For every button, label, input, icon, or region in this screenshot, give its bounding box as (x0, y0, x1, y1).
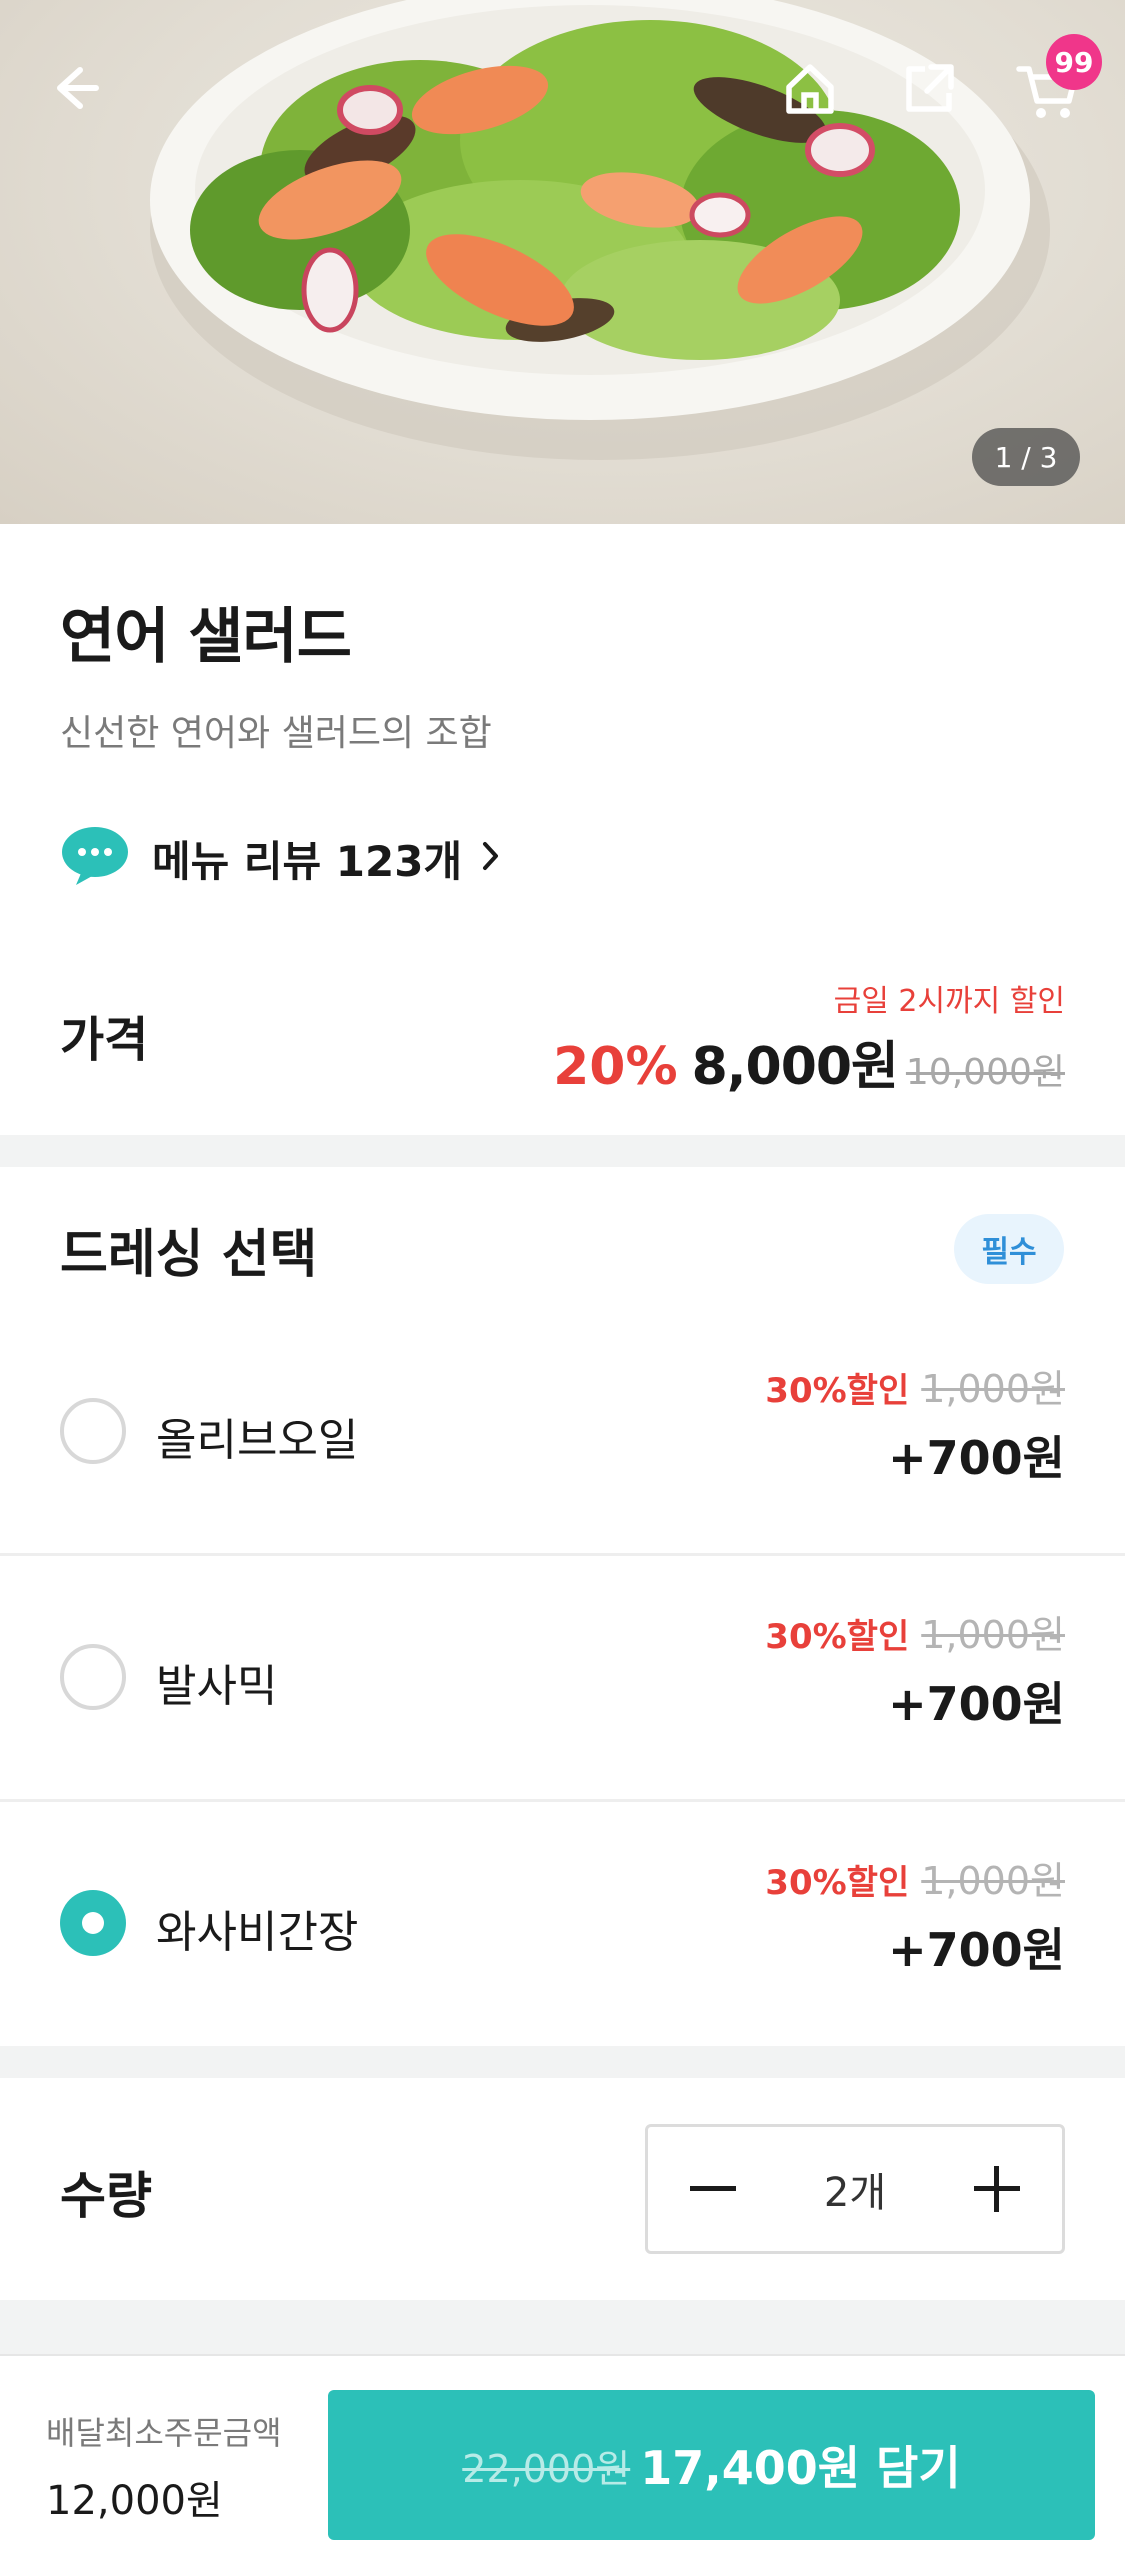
option-divider (0, 1553, 1125, 1556)
quantity-value: 2개 (823, 2170, 887, 2216)
option-original-price: 1,000원 (921, 1367, 1065, 1411)
option-discount: 30%할인 (765, 1863, 910, 1903)
section-divider (0, 2046, 1125, 2078)
dressing-option-wasabi-soy[interactable]: 와사비간장 30%할인 1,000원 +700원 (0, 1804, 1125, 2048)
option-original-price: 1,000원 (921, 1613, 1065, 1657)
old-total-price: 22,000원 (462, 2446, 631, 2491)
option-discount: 30%할인 (765, 1371, 910, 1411)
price-line: 20% 8,000원 10,000원 (553, 1024, 1065, 1099)
product-subtitle: 신선한 연어와 샐러드의 조합 (60, 713, 492, 754)
product-image-carousel[interactable]: 99 1 / 3 (0, 0, 1125, 524)
minus-icon (690, 2186, 736, 2191)
option-name: 올리브오일 (156, 1415, 359, 1466)
option-name: 발사믹 (156, 1661, 278, 1712)
option-price: +700원 (888, 1677, 1065, 1731)
option-discount-row: 30%할인 1,000원 (765, 1604, 1065, 1659)
increase-button[interactable] (932, 2127, 1062, 2251)
quantity-label: 수량 (60, 2167, 152, 2225)
discount-note: 금일 2시까지 할인 (833, 984, 1065, 1019)
min-order-value: 12,000원 (46, 2478, 223, 2524)
current-price: 8,000원 (691, 1037, 899, 1097)
chat-bubble-icon (60, 825, 130, 891)
radio-button[interactable] (60, 1398, 126, 1464)
review-count-text: 메뉴 리뷰 123개 (152, 836, 463, 886)
option-price: +700원 (888, 1431, 1065, 1485)
add-to-cart-button[interactable]: 22,000원 17,400원 담기 (328, 2390, 1095, 2540)
option-original-price: 1,000원 (921, 1859, 1065, 1903)
chevron-right-icon (480, 838, 502, 878)
product-title: 연어 샐러드 (60, 602, 352, 672)
radio-button[interactable] (60, 1644, 126, 1710)
option-discount-row: 30%할인 1,000원 (765, 1850, 1065, 1905)
quantity-stepper: 2개 (645, 2124, 1065, 2254)
required-badge: 필수 (954, 1214, 1064, 1284)
cart-count-badge: 99 (1046, 34, 1102, 90)
option-discount: 30%할인 (765, 1617, 910, 1657)
min-order-label: 배달최소주문금액 (46, 2414, 282, 2452)
plus-icon (974, 2166, 1020, 2212)
option-divider (0, 1799, 1125, 1802)
original-price: 10,000원 (905, 1052, 1065, 1093)
price-label: 가격 (60, 1012, 149, 1068)
discount-rate: 20% (553, 1037, 678, 1097)
add-to-cart-label: 17,400원 담기 (640, 2441, 961, 2495)
share-icon[interactable] (890, 48, 970, 128)
section-divider (0, 1135, 1125, 1167)
option-name: 와사비간장 (156, 1907, 359, 1958)
image-counter: 1 / 3 (972, 428, 1080, 486)
section-divider (0, 2300, 1125, 2354)
option-price: +700원 (888, 1923, 1065, 1977)
dressing-option-olive-oil[interactable]: 올리브오일 30%할인 1,000원 +700원 (0, 1312, 1125, 1556)
menu-review-link[interactable]: 메뉴 리뷰 123개 (60, 826, 502, 890)
decrease-button[interactable] (648, 2127, 778, 2251)
back-arrow-icon[interactable] (34, 48, 114, 128)
dressing-option-balsamic[interactable]: 발사믹 30%할인 1,000원 +700원 (0, 1558, 1125, 1802)
bottom-order-bar: 배달최소주문금액 12,000원 22,000원 17,400원 담기 (0, 2354, 1125, 2571)
home-icon[interactable] (770, 48, 850, 128)
option-discount-row: 30%할인 1,000원 (765, 1358, 1065, 1413)
dressing-section-title: 드레싱 선택 (60, 1225, 318, 1285)
radio-button-selected[interactable] (60, 1890, 126, 1956)
